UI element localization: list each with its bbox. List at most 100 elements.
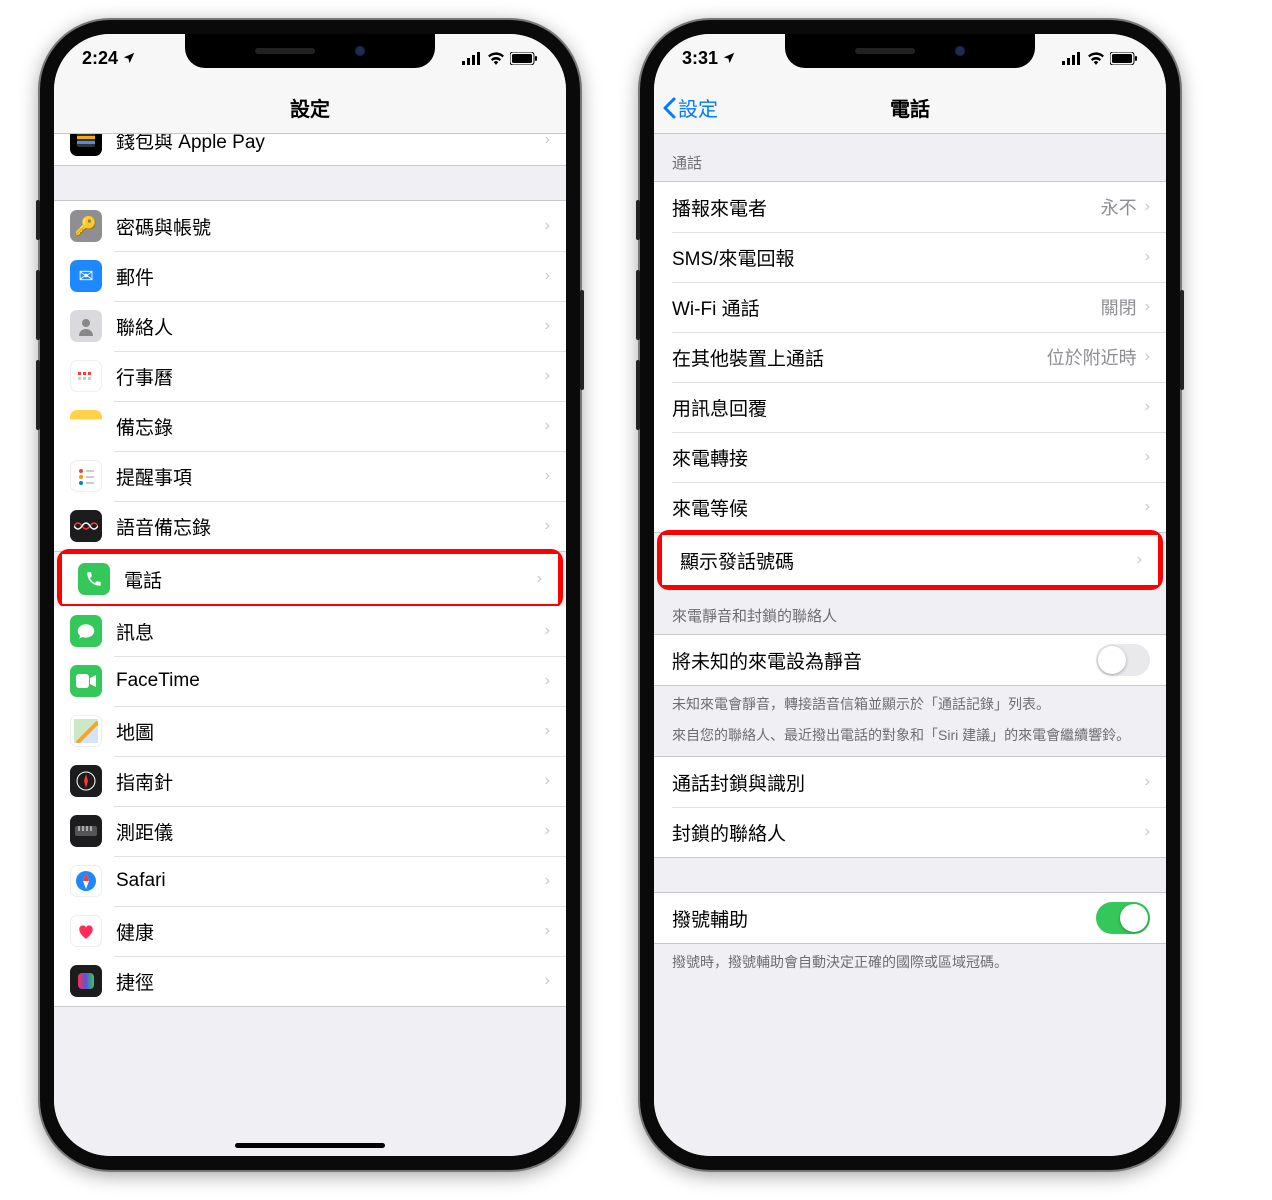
chevron-right-icon: › (545, 267, 550, 285)
label: 撥號輔助 (672, 905, 1096, 932)
chevron-right-icon: › (545, 972, 550, 990)
row-notes[interactable]: 備忘錄 › (54, 401, 566, 451)
row-maps[interactable]: 地圖 › (54, 706, 566, 756)
chevron-right-icon: › (545, 367, 550, 385)
label: 郵件 (116, 263, 545, 290)
chevron-right-icon: › (545, 722, 550, 740)
row-call-forwarding[interactable]: 來電轉接 › (654, 432, 1166, 482)
row-passwords[interactable]: 🔑 密碼與帳號 › (54, 201, 566, 251)
row-show-caller-id[interactable]: 顯示發話號碼 › (662, 535, 1158, 585)
row-messages[interactable]: 訊息 › (54, 606, 566, 656)
maps-icon (70, 715, 102, 747)
measure-icon (70, 815, 102, 847)
footer-text-2: 來自您的聯絡人、最近撥出電話的對象和「Siri 建議」的來電會繼續響鈴。 (654, 725, 1166, 756)
nav-bar: 設定 (54, 82, 566, 134)
row-health[interactable]: 健康 › (54, 906, 566, 956)
chevron-right-icon: › (545, 622, 550, 640)
wallet-icon (70, 134, 102, 156)
chevron-right-icon: › (545, 217, 550, 235)
row-compass[interactable]: 指南針 › (54, 756, 566, 806)
chevron-right-icon: › (545, 772, 550, 790)
label: SMS/來電回報 (672, 244, 1145, 271)
mail-icon: ✉︎ (70, 260, 102, 292)
row-wifi-calling[interactable]: Wi-Fi 通話 關閉 › (654, 282, 1166, 332)
battery-icon (1110, 52, 1138, 65)
chevron-right-icon: › (1145, 198, 1150, 216)
row-mail[interactable]: ✉︎ 郵件 › (54, 251, 566, 301)
row-calendar[interactable]: 行事曆 › (54, 351, 566, 401)
label: 地圖 (116, 718, 545, 745)
row-call-blocking-id[interactable]: 通話封鎖與識別 › (654, 757, 1166, 807)
chevron-right-icon: › (545, 417, 550, 435)
battery-icon (510, 52, 538, 65)
label: 行事曆 (116, 363, 545, 390)
back-button[interactable]: 設定 (662, 82, 718, 133)
detail-value: 關閉 (1101, 294, 1137, 320)
row-dial-assist[interactable]: 撥號輔助 (654, 893, 1166, 943)
chevron-right-icon: › (545, 672, 550, 690)
chevron-right-icon: › (545, 317, 550, 335)
wifi-icon (487, 52, 505, 65)
back-label: 設定 (678, 93, 718, 122)
row-shortcuts[interactable]: 捷徑 › (54, 956, 566, 1006)
home-indicator[interactable] (235, 1143, 385, 1148)
highlight-phone: 電話 › (57, 549, 563, 609)
chevron-right-icon: › (545, 922, 550, 940)
nav-title: 電話 (890, 93, 930, 122)
row-respond-with-text[interactable]: 用訊息回覆 › (654, 382, 1166, 432)
label: 將未知的來電設為靜音 (672, 647, 1096, 674)
row-voicememos[interactable]: 語音備忘錄 › (54, 501, 566, 551)
chevron-right-icon: › (1145, 773, 1150, 791)
notch (785, 34, 1035, 68)
row-wallet[interactable]: 錢包與 Apple Pay › (54, 134, 566, 165)
detail-value: 永不 (1101, 194, 1137, 220)
messages-icon (70, 615, 102, 647)
label: 顯示發話號碼 (680, 547, 1137, 574)
chevron-right-icon: › (545, 872, 550, 890)
chevron-right-icon: › (1145, 348, 1150, 366)
chevron-right-icon: › (1137, 551, 1142, 569)
label: 電話 (124, 566, 537, 593)
label: 播報來電者 (672, 194, 1101, 221)
section-header-silence: 來電靜音和封鎖的聯絡人 (654, 587, 1166, 634)
footer-dial-assist: 撥號時，撥號輔助會自動決定正確的國際或區域冠碼。 (654, 944, 1166, 983)
row-calls-other-devices[interactable]: 在其他裝置上通話 位於附近時 › (654, 332, 1166, 382)
row-contacts[interactable]: 聯絡人 › (54, 301, 566, 351)
dial-assist-switch[interactable] (1096, 902, 1150, 934)
row-facetime[interactable]: FaceTime › (54, 656, 566, 706)
highlight-caller-id: 顯示發話號碼 › (657, 530, 1163, 590)
label: 訊息 (116, 618, 545, 645)
row-measure[interactable]: 測距儀 › (54, 806, 566, 856)
nav-title: 設定 (290, 93, 330, 122)
label: 來電轉接 (672, 444, 1145, 471)
chevron-right-icon: › (1145, 498, 1150, 516)
label: 在其他裝置上通話 (672, 344, 1047, 371)
phone-frame-left: 2:24 設定 錢包與 Apple Pay › (40, 20, 580, 1170)
location-icon (122, 51, 136, 65)
row-call-waiting[interactable]: 來電等候 › (654, 482, 1166, 532)
voice-memos-icon (70, 510, 102, 542)
label: 通話封鎖與識別 (672, 769, 1145, 796)
row-reminders[interactable]: 提醒事項 › (54, 451, 566, 501)
chevron-right-icon: › (545, 517, 550, 535)
status-time: 3:31 (682, 48, 718, 69)
label: 錢包與 Apple Pay (116, 134, 545, 154)
row-sms-reporting[interactable]: SMS/來電回報 › (654, 232, 1166, 282)
contacts-icon (70, 310, 102, 342)
row-silence-unknown[interactable]: 將未知的來電設為靜音 (654, 635, 1166, 685)
chevron-right-icon: › (1145, 248, 1150, 266)
label: 提醒事項 (116, 463, 545, 490)
label: 聯絡人 (116, 313, 545, 340)
footer-text-1: 未知來電會靜音，轉接語音信箱並顯示於「通話記錄」列表。 (654, 686, 1166, 725)
row-blocked-contacts[interactable]: 封鎖的聯絡人 › (654, 807, 1166, 857)
row-phone[interactable]: 電話 › (62, 554, 558, 604)
row-safari[interactable]: Safari › (54, 856, 566, 906)
silence-unknown-switch[interactable] (1096, 644, 1150, 676)
chevron-right-icon: › (545, 467, 550, 485)
label: 封鎖的聯絡人 (672, 819, 1145, 846)
chevron-right-icon: › (545, 822, 550, 840)
signal-icon (462, 52, 482, 65)
row-announce-calls[interactable]: 播報來電者 永不 › (654, 182, 1166, 232)
safari-icon (70, 865, 102, 897)
chevron-right-icon: › (1145, 398, 1150, 416)
